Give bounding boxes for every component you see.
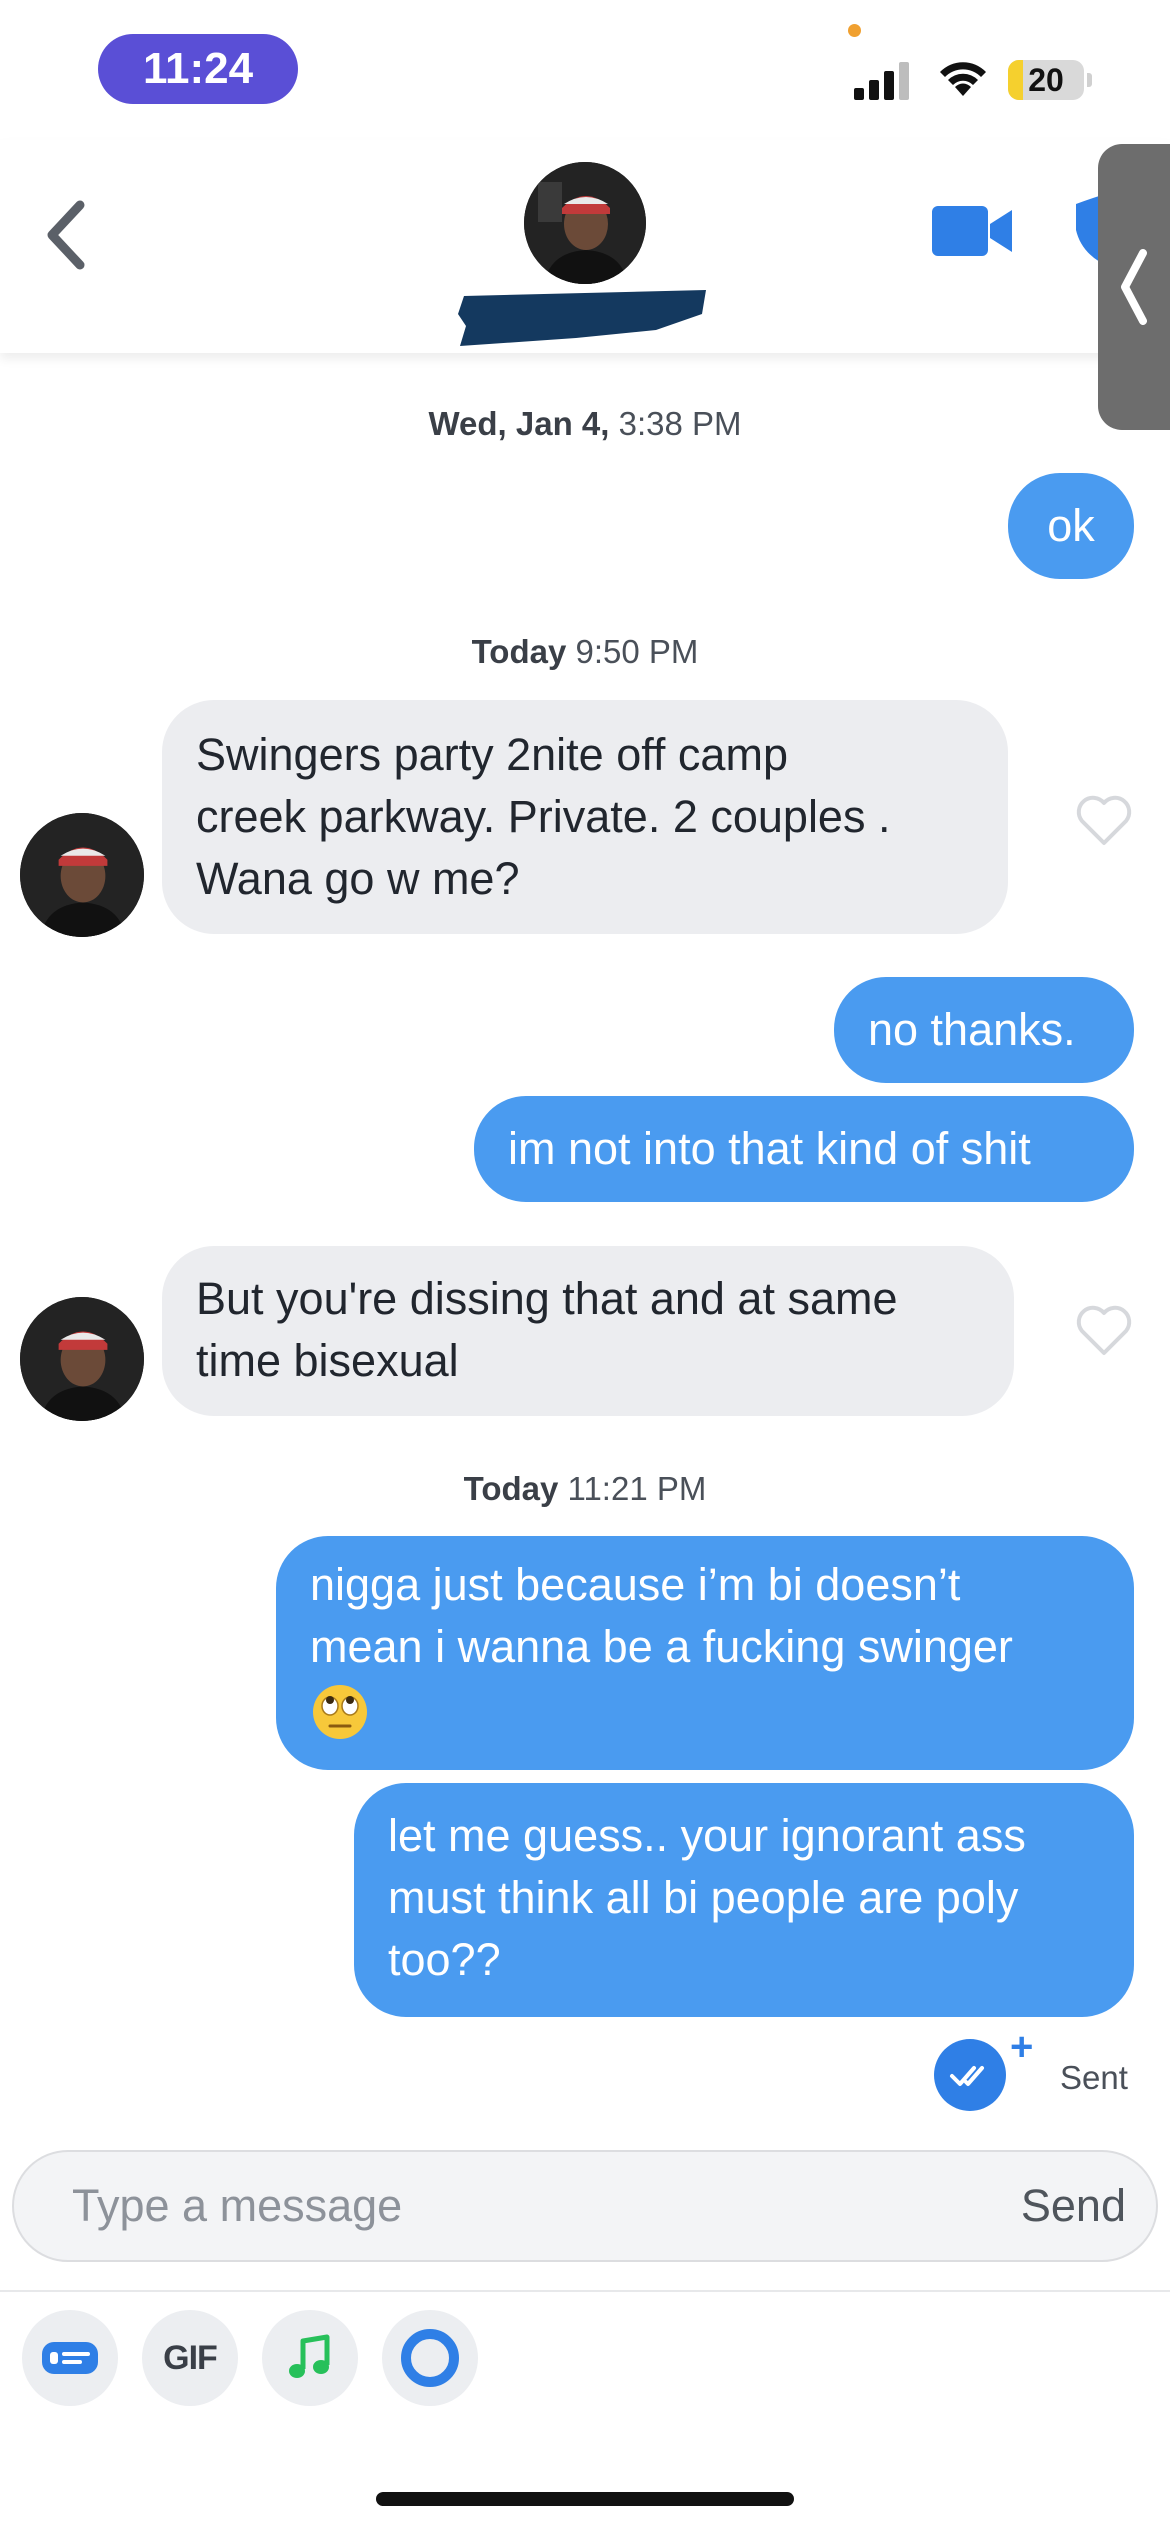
gif-button[interactable]: GIF [142, 2310, 238, 2406]
timestamp: Wed, Jan 4, 3:38 PM [428, 405, 742, 442]
sender-avatar[interactable] [20, 1297, 144, 1421]
battery-icon: 20 [1008, 60, 1092, 100]
chevron-left-icon [47, 200, 85, 270]
read-receipt[interactable]: + Sent [934, 2025, 1170, 2111]
composer-toolbar: GIF [0, 2310, 1170, 2410]
ring-button[interactable] [382, 2310, 478, 2406]
cellular-signal-icon [854, 62, 909, 100]
message-input[interactable]: Type a message [72, 2152, 402, 2260]
music-note-icon [289, 2334, 330, 2378]
sent-status: Sent [1060, 2059, 1128, 2096]
match-avatar[interactable] [524, 162, 646, 284]
message-bubble-outgoing[interactable]: let me guess.. your ignorant ass must th… [354, 1783, 1134, 2017]
divider [0, 2290, 1170, 2292]
status-time: 11:24 [98, 34, 298, 104]
side-panel-toggle[interactable] [1098, 144, 1170, 430]
message-bubble-incoming[interactable]: But you're dissing that and at same time… [162, 1246, 1014, 1416]
message-bubble-outgoing[interactable]: ok [1008, 473, 1134, 579]
plus-icon[interactable]: + [1010, 2025, 1033, 2070]
music-button[interactable] [262, 2310, 358, 2406]
message-bubble-incoming[interactable]: Swingers party 2nite off camp creek park… [162, 700, 1008, 934]
ring-icon [401, 2329, 459, 2387]
eye-roll-emoji [313, 1685, 367, 1740]
wifi-icon [940, 62, 986, 96]
double-check-icon [934, 2039, 1006, 2111]
timestamp: Today 9:50 PM [471, 633, 699, 670]
heart-icon[interactable] [1074, 793, 1134, 847]
send-button[interactable]: Send [1021, 2152, 1126, 2260]
contact-card-icon [42, 2342, 98, 2374]
status-bar: 11:24 20 [0, 0, 1170, 140]
timestamp: Today 11:21 PM [463, 1470, 707, 1507]
sender-avatar[interactable] [20, 813, 144, 937]
contact-card-button[interactable] [22, 2310, 118, 2406]
video-camera-icon[interactable] [930, 202, 1014, 260]
message-bubble-outgoing[interactable]: no thanks. [834, 977, 1134, 1083]
back-button[interactable] [30, 190, 100, 280]
message-bubble-outgoing[interactable]: im not into that kind of shit [474, 1096, 1134, 1202]
message-composer[interactable]: Type a message Send [12, 2150, 1158, 2262]
home-indicator [376, 2492, 794, 2506]
privacy-indicator-dot [848, 24, 861, 37]
redacted-name-mark [458, 290, 706, 346]
gif-icon: GIF [163, 2338, 218, 2377]
battery-level: 20 [1028, 61, 1064, 98]
message-list[interactable]: Wed, Jan 4, 3:38 PM ok Today 9:50 PM Swi… [0, 353, 1170, 2153]
heart-icon[interactable] [1074, 1303, 1134, 1357]
message-bubble-outgoing[interactable]: nigga just because i’m bi doesn’t mean i… [276, 1536, 1134, 1770]
chevron-left-icon [1121, 249, 1147, 325]
chat-header [0, 140, 1170, 353]
